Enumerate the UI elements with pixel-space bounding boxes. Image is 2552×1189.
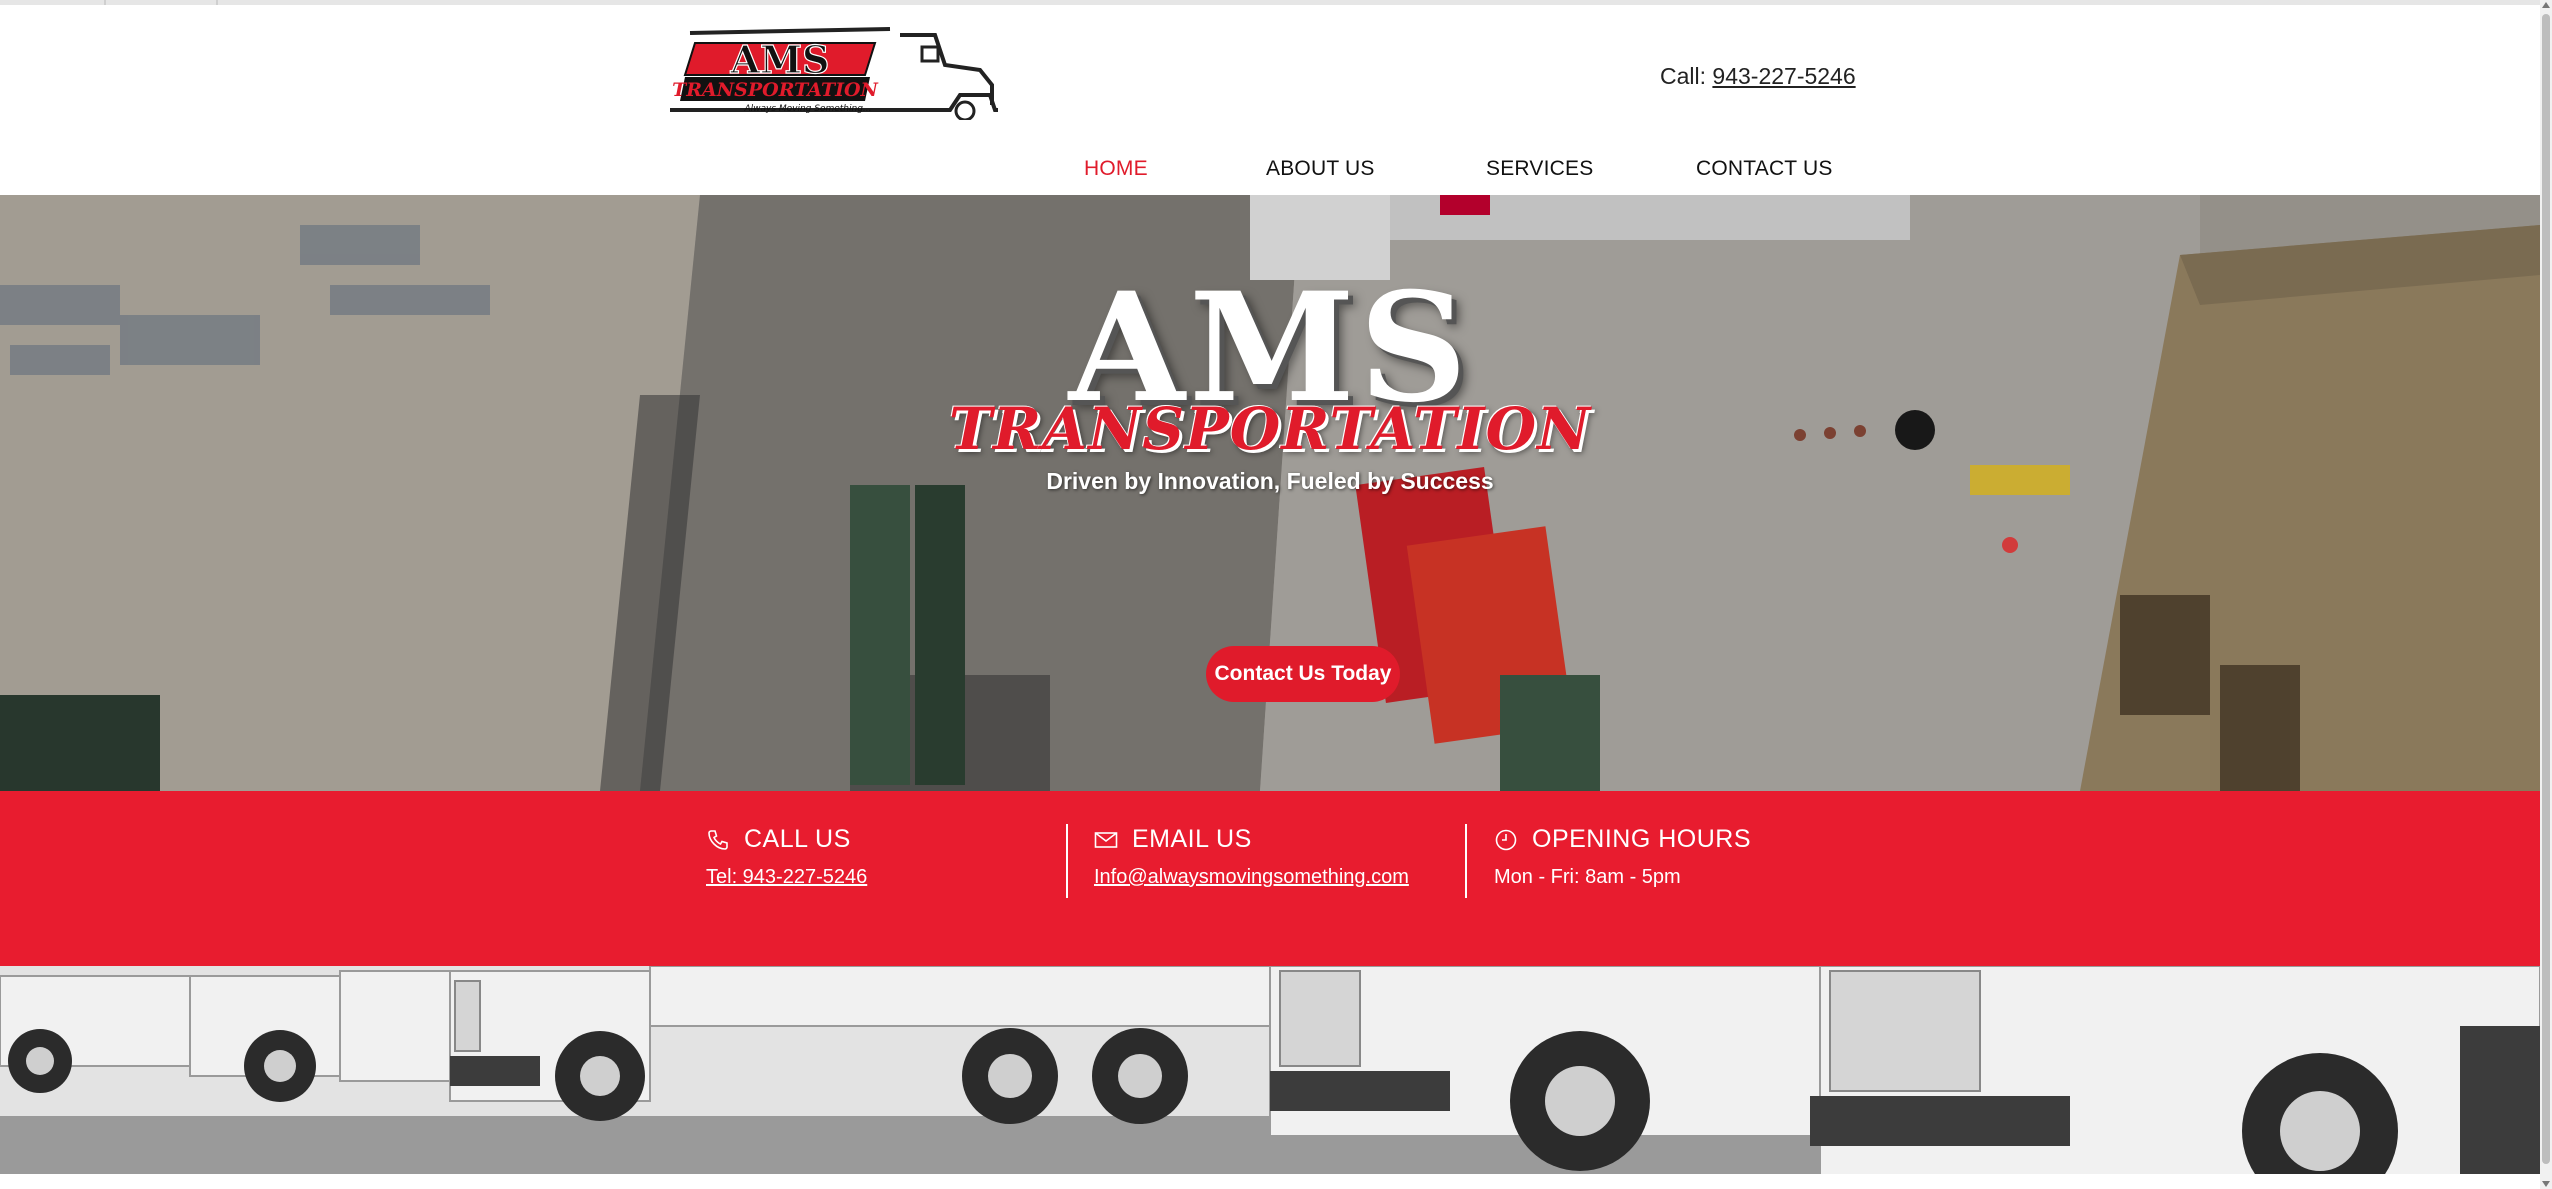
hero-section: AMS TRANSPORTATION Driven by Innovation,… [0, 195, 2540, 791]
main-nav: HOME ABOUT US SERVICES CONTACT US [0, 157, 2540, 187]
hero-subtitle: TRANSPORTATION [948, 395, 1592, 463]
info-divider [1066, 824, 1068, 898]
scroll-down-icon[interactable] [2542, 1181, 2550, 1187]
contact-info-band: CALL US Tel: 943-227-5246 EMAIL US Info@… [0, 791, 2540, 966]
contact-us-today-button[interactable]: Contact Us Today [1206, 646, 1400, 702]
logo-main-text: AMS [730, 37, 830, 82]
scroll-up-icon[interactable] [2542, 2, 2550, 8]
call-us-heading: CALL US [744, 825, 851, 853]
call-number-link[interactable]: 943-227-5246 [1712, 63, 1855, 89]
clock-icon [1495, 829, 1517, 850]
site-header: AMS TRANSPORTATION Always Moving Somethi… [0, 5, 2540, 195]
trucks-image-section [0, 966, 2540, 1189]
trucks-fleet-image [0, 966, 2540, 1189]
opening-hours-block: OPENING HOURS Mon - Fri: 8am - 5pm [1494, 825, 1751, 889]
hero-tagline: Driven by Innovation, Fueled by Success [1046, 468, 1494, 494]
call-us-value[interactable]: Tel: 943-227-5246 [706, 866, 867, 889]
call-label: Call: [1660, 63, 1707, 89]
email-us-block: EMAIL US Info@alwaysmovingsomething.com [1094, 825, 1409, 889]
info-divider [1465, 824, 1467, 898]
nav-services[interactable]: SERVICES [1486, 157, 1593, 181]
site-logo[interactable]: AMS TRANSPORTATION Always Moving Somethi… [660, 25, 1000, 120]
mail-icon [1094, 831, 1118, 848]
email-us-heading: EMAIL US [1132, 825, 1252, 853]
logo-sub-text: TRANSPORTATION [672, 79, 878, 101]
call-us-block: CALL US Tel: 943-227-5246 [706, 825, 867, 889]
nav-about-us[interactable]: ABOUT US [1266, 157, 1375, 181]
opening-hours-heading: OPENING HOURS [1532, 825, 1752, 853]
scrollbar-thumb[interactable] [2542, 14, 2550, 1164]
header-call: Call: 943-227-5246 [1660, 63, 1856, 90]
page-scrollbar[interactable] [2540, 0, 2552, 1189]
logo-slogan: Always Moving Something... [743, 104, 871, 114]
opening-hours-value: Mon - Fri: 8am - 5pm [1494, 866, 1681, 888]
phone-icon [708, 829, 728, 850]
nav-home[interactable]: HOME [1084, 157, 1148, 181]
email-us-value[interactable]: Info@alwaysmovingsomething.com [1094, 866, 1409, 889]
nav-contact-us[interactable]: CONTACT US [1696, 157, 1833, 181]
